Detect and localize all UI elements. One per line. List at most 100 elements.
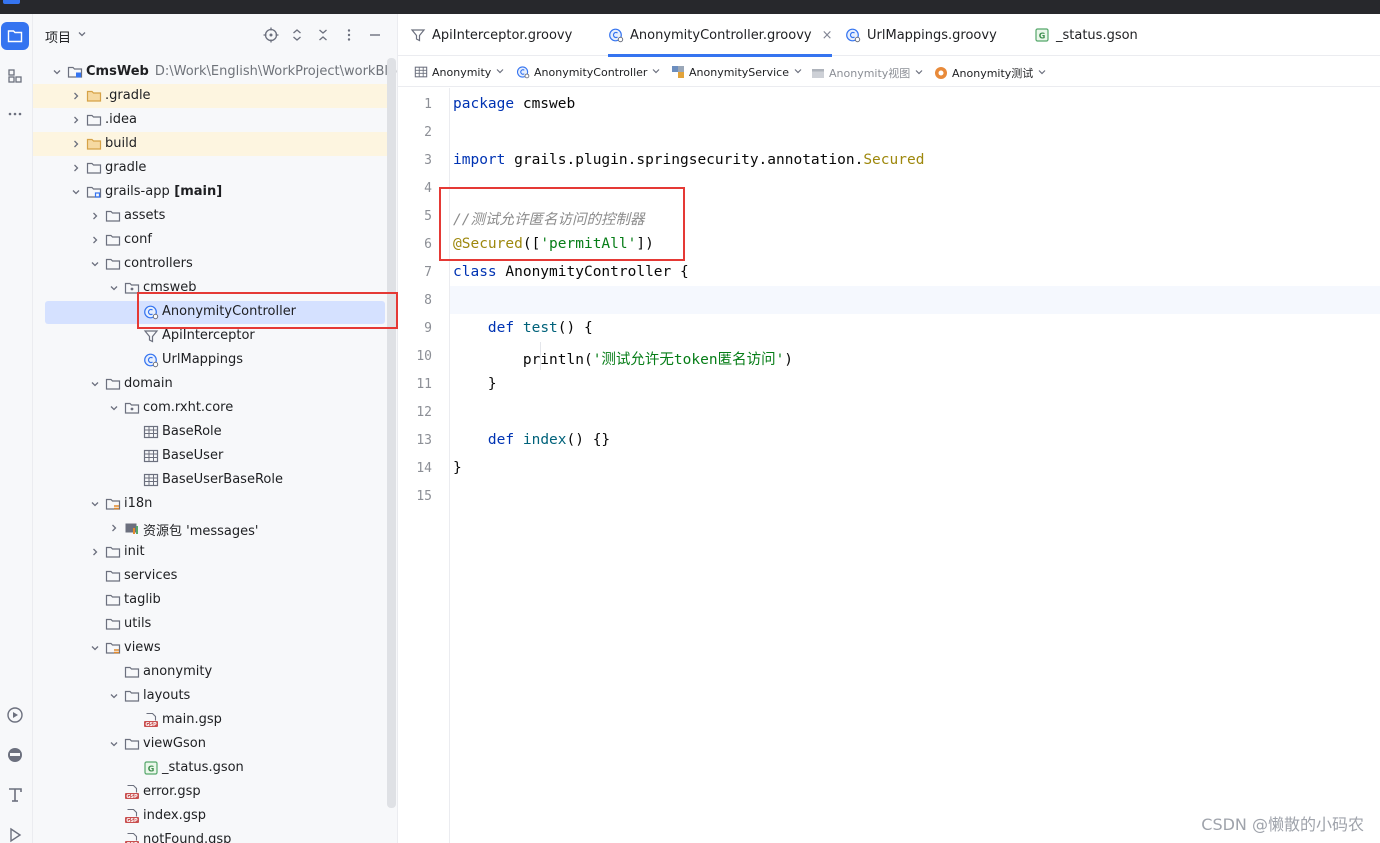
- tree-row[interactable]: .idea: [33, 108, 388, 132]
- code-line[interactable]: 2: [424, 118, 1380, 146]
- terminal-tool-icon[interactable]: [1, 781, 29, 809]
- tree-row[interactable]: 资源包 'messages': [33, 516, 388, 540]
- tree-row[interactable]: init: [33, 540, 388, 564]
- code-line[interactable]: 11 }: [416, 370, 1380, 398]
- tree-row[interactable]: conf: [33, 228, 388, 252]
- chevron-right-icon[interactable]: [89, 546, 101, 558]
- tree-row[interactable]: services: [33, 564, 388, 588]
- code-line[interactable]: 13 def index() {}: [416, 426, 1380, 454]
- chevron-down-icon[interactable]: [914, 67, 924, 80]
- tree-row[interactable]: BaseUser: [33, 444, 388, 468]
- hide-icon[interactable]: [366, 26, 384, 44]
- editor-tab[interactable]: AnonymityController.groovy ×: [608, 14, 833, 57]
- tree-row[interactable]: domain: [33, 372, 388, 396]
- chevron-down-icon[interactable]: [89, 498, 101, 510]
- tree-item-label: _status.gson: [162, 760, 244, 775]
- code-line[interactable]: 3 import grails.plugin.springsecurity.ann…: [424, 146, 1380, 174]
- tree-row[interactable]: grails-app [main]: [33, 180, 388, 204]
- tree-item-name: views: [124, 640, 161, 655]
- editor-tab[interactable]: ApiInterceptor.groovy: [410, 14, 572, 56]
- chevron-down-icon[interactable]: [108, 690, 120, 702]
- nav-crumb[interactable]: Anonymity: [414, 65, 505, 79]
- chevron-down-icon[interactable]: [495, 66, 505, 79]
- tree-row[interactable]: BaseUserBaseRole: [33, 468, 388, 492]
- chevron-right-icon[interactable]: [89, 210, 101, 222]
- chevron-down-icon[interactable]: [1037, 67, 1047, 80]
- nav-crumb[interactable]: Anonymity测试: [934, 65, 1047, 81]
- chevron-down-icon[interactable]: [108, 738, 120, 750]
- chevron-right-icon[interactable]: [89, 234, 101, 246]
- chevron-down-icon[interactable]: [108, 282, 120, 294]
- code-line[interactable]: 14}: [416, 454, 1380, 482]
- project-tool-icon[interactable]: [1, 22, 29, 50]
- tree-row[interactable]: .gradle: [33, 84, 388, 108]
- chevron-down-icon[interactable]: [70, 186, 82, 198]
- chevron-down-icon[interactable]: [89, 258, 101, 270]
- code-line[interactable]: 7 class AnonymityController {: [424, 258, 1380, 286]
- nav-crumb[interactable]: AnonymityController: [516, 65, 661, 79]
- code-line[interactable]: 10 println('测试允许无token匿名访问'): [416, 342, 1380, 370]
- tree-row[interactable]: utils: [33, 612, 388, 636]
- code-line[interactable]: 12: [416, 398, 1380, 426]
- code-line[interactable]: 1 package cmsweb: [424, 90, 1380, 118]
- tree-item-label: init: [124, 544, 145, 559]
- collapse-all-icon[interactable]: [314, 26, 332, 44]
- chevron-down-icon[interactable]: [51, 66, 63, 78]
- code-line[interactable]: 8: [424, 286, 1380, 314]
- chevron-down-icon[interactable]: [793, 66, 803, 79]
- tree-row[interactable]: build: [33, 132, 388, 156]
- tree-row[interactable]: GSP main.gsp: [33, 708, 388, 732]
- more-tools-icon[interactable]: [1, 100, 29, 128]
- nav-crumb[interactable]: AnonymityService: [671, 65, 803, 79]
- code-line[interactable]: 15: [416, 482, 1380, 510]
- structure-tool-icon[interactable]: [1, 62, 29, 90]
- run-tool-icon[interactable]: [1, 821, 29, 843]
- resource-folder-icon: [105, 496, 121, 512]
- tree-row[interactable]: anonymity: [33, 660, 388, 684]
- tree-row[interactable]: G _status.gson: [33, 756, 388, 780]
- database-tool-icon[interactable]: [1, 741, 29, 769]
- tree-row[interactable]: layouts: [33, 684, 388, 708]
- project-panel-title[interactable]: 项目: [45, 27, 71, 46]
- module-folder-icon: [86, 184, 102, 200]
- tree-row[interactable]: i18n: [33, 492, 388, 516]
- expand-collapse-icon[interactable]: [288, 26, 306, 44]
- tree-row[interactable]: UrlMappings: [33, 348, 388, 372]
- chevron-down-icon[interactable]: [89, 642, 101, 654]
- close-tab-icon[interactable]: ×: [822, 28, 833, 43]
- chevron-down-icon[interactable]: [108, 402, 120, 414]
- code-text: }: [453, 460, 462, 476]
- code-token: Secured: [863, 152, 925, 168]
- tree-row[interactable]: taglib: [33, 588, 388, 612]
- editor-tab[interactable]: G _status.gson: [1034, 14, 1138, 56]
- tree-row[interactable]: BaseRole: [33, 420, 388, 444]
- tree-scrollbar[interactable]: [387, 58, 396, 808]
- nav-crumb[interactable]: Anonymity视图: [811, 65, 924, 81]
- tree-row[interactable]: viewGson: [33, 732, 388, 756]
- editor-tab[interactable]: UrlMappings.groovy: [845, 14, 997, 56]
- tree-item-label: BaseUserBaseRole: [162, 472, 283, 487]
- chevron-right-icon[interactable]: [70, 162, 82, 174]
- tree-item-label: .gradle: [105, 88, 151, 103]
- chevron-right-icon[interactable]: [70, 114, 82, 126]
- chevron-down-icon[interactable]: [651, 66, 661, 79]
- tree-row[interactable]: assets: [33, 204, 388, 228]
- tree-row[interactable]: GSPnotFound.gsp: [33, 828, 388, 843]
- chevron-right-icon[interactable]: [70, 90, 82, 102]
- chevron-down-icon[interactable]: [89, 378, 101, 390]
- editor-tab-label: ApiInterceptor.groovy: [432, 27, 573, 43]
- tree-row[interactable]: CmsWeb D:\Work\English\WorkProject\workBl…: [33, 60, 397, 84]
- tree-row[interactable]: GSP index.gsp: [33, 804, 388, 828]
- tree-row[interactable]: GSP error.gsp: [33, 780, 388, 804]
- tree-row[interactable]: controllers: [33, 252, 388, 276]
- tree-row[interactable]: gradle: [33, 156, 388, 180]
- chevron-down-icon[interactable]: [77, 29, 87, 39]
- code-line[interactable]: 9 def test() {: [424, 314, 1380, 342]
- tree-row[interactable]: com.rxht.core: [33, 396, 388, 420]
- tree-row[interactable]: views: [33, 636, 388, 660]
- chevron-right-icon[interactable]: [70, 138, 82, 150]
- services-tool-icon[interactable]: [1, 701, 29, 729]
- options-icon[interactable]: [340, 26, 358, 44]
- locate-icon[interactable]: [262, 26, 280, 44]
- chevron-right-icon[interactable]: [108, 522, 120, 534]
